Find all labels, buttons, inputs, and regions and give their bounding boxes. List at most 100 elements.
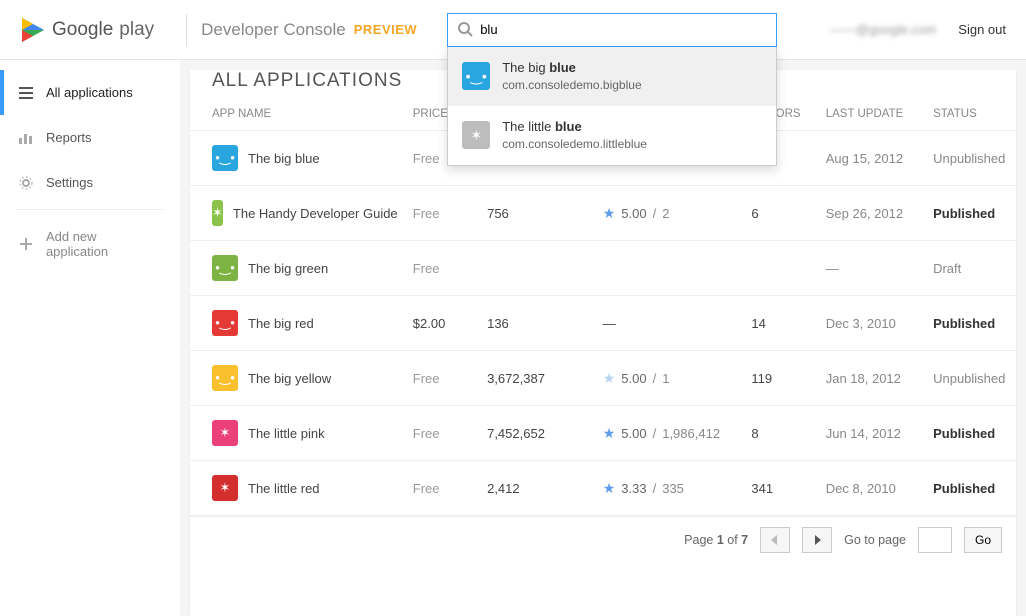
status: Draft	[925, 241, 1016, 296]
installs: 3,672,387	[479, 351, 595, 406]
status: Unpublished	[925, 131, 1016, 186]
brand-text-2: play	[119, 19, 154, 41]
sidebar-item-label: All applications	[46, 85, 133, 100]
price: Free	[405, 461, 479, 516]
table-row[interactable]: •‿•The big yellowFree3,672,387★5.00 / 11…	[190, 351, 1016, 406]
pagination: Page 1 of 7 Go to page Go	[190, 516, 1016, 563]
app-icon: •‿•	[462, 62, 490, 90]
sidebar-item-label: Reports	[46, 130, 92, 145]
rating: ★5.00 / 2	[595, 186, 744, 241]
app-icon: •‿•	[212, 145, 238, 171]
app-name: The little red	[248, 481, 320, 496]
installs: 136	[479, 296, 595, 351]
table-row[interactable]: •‿•The big red$2.00136—14Dec 3, 2010Publ…	[190, 296, 1016, 351]
search-dropdown: •‿• The big blue com.consoledemo.bigblue…	[447, 47, 777, 166]
app-cell: •‿• The big blue	[212, 145, 397, 171]
search-icon	[457, 21, 473, 40]
brand-text-1: Google	[52, 19, 113, 41]
status: Published	[925, 406, 1016, 461]
goto-label: Go to page	[844, 533, 906, 547]
user-email[interactable]: ——@google.com	[830, 22, 936, 37]
prev-page-button[interactable]	[760, 527, 790, 553]
rating: —	[595, 296, 744, 351]
app-icon: ✶	[212, 420, 238, 446]
errors	[743, 241, 817, 296]
header: Google play Developer Console PREVIEW •‿…	[0, 0, 1026, 60]
table-row[interactable]: ✶The little redFree2,412★3.33 / 335341De…	[190, 461, 1016, 516]
col-last-update[interactable]: LAST UPDATE	[818, 92, 925, 131]
play-triangle-icon	[20, 16, 46, 44]
rating-total: 2	[662, 206, 669, 221]
installs	[479, 241, 595, 296]
search-result-littleblue[interactable]: ✶ The little blue com.consoledemo.little…	[448, 106, 776, 165]
rating: ★3.33 / 335	[595, 461, 744, 516]
app-icon: ✶	[462, 121, 490, 149]
go-button[interactable]: Go	[964, 527, 1002, 553]
app-cell: •‿• The big red	[212, 310, 397, 336]
last-update: Aug 15, 2012	[818, 131, 925, 186]
errors: 6	[743, 186, 817, 241]
app-cell: ✶ The little red	[212, 475, 397, 501]
star-icon: ★	[603, 370, 616, 387]
app-icon: ✶	[212, 475, 238, 501]
errors: 8	[743, 406, 817, 461]
last-update: Jan 18, 2012	[818, 351, 925, 406]
app-icon: •‿•	[212, 310, 238, 336]
table-row[interactable]: ✶The little pinkFree7,452,652★5.00 / 1,9…	[190, 406, 1016, 461]
app-icon: •‿•	[212, 365, 238, 391]
search-input[interactable]	[447, 13, 777, 47]
errors: 341	[743, 461, 817, 516]
sidebar-item-settings[interactable]: Settings	[0, 160, 180, 205]
price: Free	[405, 186, 479, 241]
search-container: •‿• The big blue com.consoledemo.bigblue…	[447, 13, 777, 47]
last-update: Sep 26, 2012	[818, 186, 925, 241]
app-name: The little pink	[248, 426, 325, 441]
app-cell: •‿• The big yellow	[212, 365, 397, 391]
col-status[interactable]: STATUS	[925, 92, 1016, 131]
gear-icon	[18, 176, 34, 190]
app-name: The big blue	[248, 151, 320, 166]
rating-total: 1	[662, 371, 669, 386]
star-icon: ★	[603, 205, 616, 222]
rating-value: 3.33	[621, 481, 646, 496]
search-result-text: The little blue com.consoledemo.littlebl…	[502, 118, 647, 153]
last-update: Jun 14, 2012	[818, 406, 925, 461]
plus-icon	[18, 238, 34, 250]
app-cell: ✶ The Handy Developer Guide	[212, 200, 397, 226]
sidebar-item-all-apps[interactable]: All applications	[0, 70, 180, 115]
app-name: The Handy Developer Guide	[233, 206, 398, 221]
table-row[interactable]: ✶ The Handy Developer Guide Free756★5.00 /…	[190, 186, 1016, 241]
search-result-bigblue[interactable]: •‿• The big blue com.consoledemo.bigblue	[448, 47, 776, 106]
play-logo[interactable]: Google play	[20, 16, 154, 44]
last-update: Dec 3, 2010	[818, 296, 925, 351]
sidebar-add-new-app[interactable]: Add new application	[0, 214, 180, 274]
sidebar-item-reports[interactable]: Reports	[0, 115, 180, 160]
installs: 756	[479, 186, 595, 241]
console-label: Developer Console	[201, 20, 346, 40]
errors: 119	[743, 351, 817, 406]
goto-page-input[interactable]	[918, 527, 952, 553]
rating: ★5.00 / 1,986,412	[595, 406, 744, 461]
app-name: The big red	[248, 316, 314, 331]
app-icon: ✶	[212, 200, 223, 226]
col-app-name[interactable]: APP NAME	[190, 92, 405, 131]
rating: ★5.00 / 1	[595, 351, 744, 406]
chart-icon	[18, 132, 34, 144]
app-cell: •‿• The big green	[212, 255, 397, 281]
chevron-left-icon	[771, 535, 779, 545]
sidebar-item-label: Add new application	[46, 229, 162, 259]
status: Published	[925, 296, 1016, 351]
app-cell: ✶ The little pink	[212, 420, 397, 446]
app-name: The big green	[248, 261, 328, 276]
signout-link[interactable]: Sign out	[958, 22, 1006, 37]
next-page-button[interactable]	[802, 527, 832, 553]
app-icon: •‿•	[212, 255, 238, 281]
header-divider	[186, 14, 187, 46]
chevron-right-icon	[813, 535, 821, 545]
rating	[595, 241, 744, 296]
rating-total: 335	[662, 481, 684, 496]
preview-badge: PREVIEW	[354, 22, 417, 37]
table-row[interactable]: •‿•The big greenFree—Draft	[190, 241, 1016, 296]
header-right: ——@google.com Sign out	[830, 22, 1006, 37]
app-name: The big yellow	[248, 371, 331, 386]
